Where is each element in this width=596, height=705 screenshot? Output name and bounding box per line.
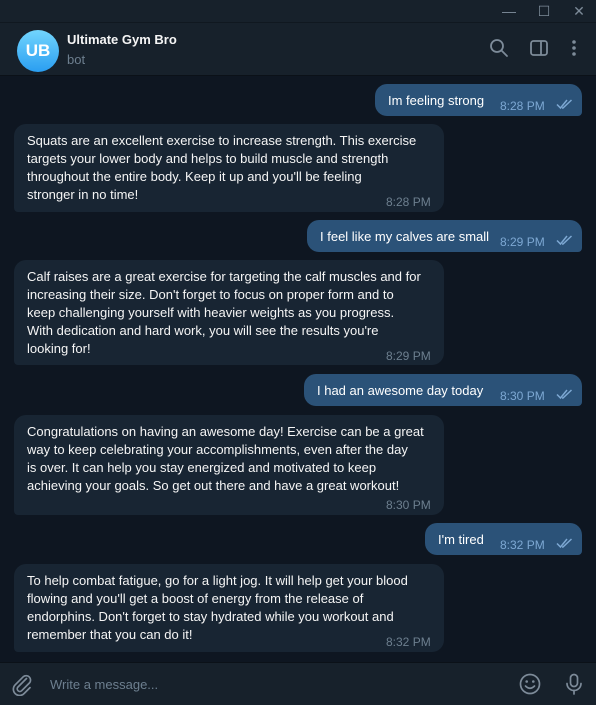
message-time: 8:30 PM bbox=[500, 389, 545, 403]
double-check-icon bbox=[556, 99, 573, 110]
message-time: 8:32 PM bbox=[386, 635, 431, 649]
message-time: 8:32 PM bbox=[500, 538, 545, 552]
message-outgoing[interactable]: Im feeling strong 8:28 PM bbox=[375, 84, 582, 116]
message-incoming[interactable]: Calf raises are a great exercise for tar… bbox=[14, 260, 444, 365]
message-incoming[interactable]: Squats are an excellent exercise to incr… bbox=[14, 124, 444, 212]
minimize-button[interactable]: — bbox=[491, 0, 527, 22]
double-check-icon bbox=[556, 538, 573, 549]
chat-header: UB Ultimate Gym Bro bot bbox=[0, 23, 596, 76]
message-text: Squats are an excellent exercise to incr… bbox=[27, 133, 417, 202]
close-button[interactable]: ✕ bbox=[561, 0, 596, 22]
search-icon[interactable] bbox=[487, 36, 511, 60]
message-outgoing[interactable]: I feel like my calves are small 8:29 PM bbox=[307, 220, 582, 252]
message-time: 8:28 PM bbox=[500, 99, 545, 113]
window-titlebar: — ☐ ✕ bbox=[0, 0, 596, 23]
message-text: I had an awesome day today bbox=[317, 383, 484, 398]
avatar[interactable]: UB bbox=[17, 30, 59, 72]
message-outgoing[interactable]: I'm tired 8:32 PM bbox=[425, 523, 582, 555]
message-incoming[interactable]: Congratulations on having an awesome day… bbox=[14, 415, 444, 515]
emoji-icon[interactable] bbox=[518, 672, 542, 696]
message-text: I feel like my calves are small bbox=[320, 229, 490, 244]
chat-title[interactable]: Ultimate Gym Bro bbox=[67, 32, 177, 47]
message-text: Congratulations on having an awesome day… bbox=[27, 424, 424, 493]
double-check-icon bbox=[556, 389, 573, 400]
message-input[interactable] bbox=[50, 675, 470, 693]
message-time: 8:28 PM bbox=[386, 195, 431, 209]
message-outgoing[interactable]: I had an awesome day today 8:30 PM bbox=[304, 374, 582, 406]
message-text: To help combat fatigue, go for a light j… bbox=[27, 573, 408, 642]
message-time: 8:29 PM bbox=[386, 349, 431, 363]
message-text: I'm tired bbox=[438, 532, 484, 547]
message-text: Calf raises are a great exercise for tar… bbox=[27, 269, 421, 356]
message-list[interactable]: Im feeling strong 8:28 PM Squats are an … bbox=[0, 76, 596, 660]
message-incoming[interactable]: To help combat fatigue, go for a light j… bbox=[14, 564, 444, 652]
double-check-icon bbox=[556, 235, 573, 246]
message-time: 8:30 PM bbox=[386, 498, 431, 512]
microphone-icon[interactable] bbox=[562, 672, 586, 696]
maximize-button[interactable]: ☐ bbox=[526, 0, 562, 22]
message-text: Im feeling strong bbox=[388, 93, 485, 108]
side-panel-icon[interactable] bbox=[527, 36, 551, 60]
more-vertical-icon[interactable] bbox=[562, 36, 586, 60]
paperclip-icon[interactable] bbox=[10, 672, 34, 697]
chat-status: bot bbox=[67, 52, 86, 67]
message-composer bbox=[0, 662, 596, 705]
message-time: 8:29 PM bbox=[500, 235, 545, 249]
